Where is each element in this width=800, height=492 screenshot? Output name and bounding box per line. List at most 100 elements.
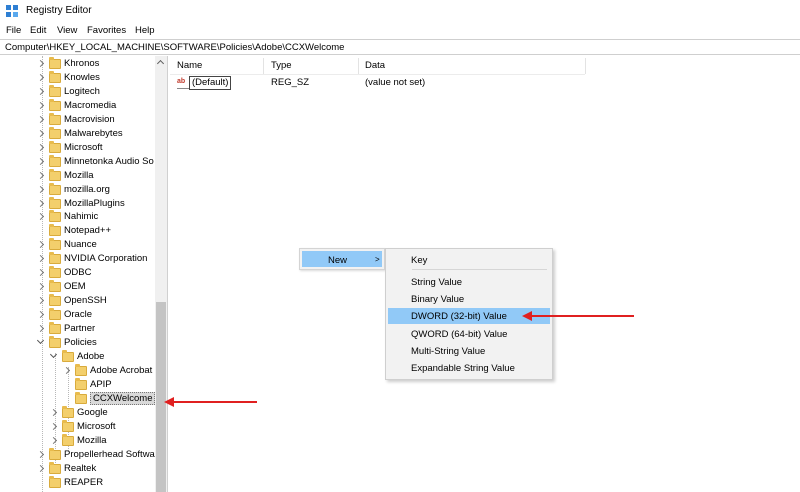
menu-favorites[interactable]: Favorites — [87, 25, 126, 36]
chevron-right-icon[interactable] — [62, 365, 72, 377]
tree-item[interactable]: Knowles — [36, 70, 160, 85]
tree-item[interactable]: ODBC — [36, 266, 160, 280]
chevron-right-icon[interactable] — [36, 170, 46, 182]
chevron-right-icon[interactable] — [36, 114, 46, 126]
tree-pane[interactable]: Khronos Knowles Logitech Macromedia Macrovis… — [0, 56, 168, 492]
tree-item[interactable]: Mozilla — [36, 168, 160, 183]
tree-item[interactable]: Policies — [36, 336, 160, 350]
tree-item-label: Notepad++ — [64, 225, 112, 237]
submenu-separator — [412, 269, 547, 270]
chevron-right-icon[interactable] — [36, 72, 46, 84]
folder-icon — [49, 266, 61, 279]
tree-item[interactable]: Oracle — [36, 308, 160, 322]
tree-item-label: Minnetonka Audio So — [64, 155, 154, 167]
tree-item[interactable]: REAPER — [36, 475, 160, 490]
tree-item-label: Knowles — [64, 71, 100, 83]
chevron-right-icon[interactable] — [36, 463, 46, 475]
tree-item[interactable]: Macromedia — [36, 98, 160, 113]
value-data: (value not set) — [365, 77, 426, 88]
column-header-data[interactable]: Data — [365, 60, 385, 71]
tree-item-label: Realtek — [64, 462, 97, 474]
tree-item[interactable]: NVIDIA Corporation — [36, 252, 160, 266]
submenu-item-label: DWORD (32-bit) Value — [411, 311, 507, 322]
chevron-right-icon[interactable] — [36, 211, 46, 223]
tree-item[interactable]: Malwarebytes — [36, 126, 160, 141]
chevron-right-icon[interactable] — [36, 253, 46, 265]
tree-item[interactable]: Adobe — [49, 349, 160, 364]
chevron-right-icon[interactable] — [36, 86, 46, 98]
column-separator[interactable] — [585, 58, 586, 74]
chevron-right-icon[interactable] — [36, 449, 46, 461]
chevron-right-icon[interactable] — [36, 323, 46, 335]
chevron-down-icon[interactable] — [49, 351, 59, 363]
submenu-item-label: Expandable String Value — [411, 363, 515, 374]
submenu-item-label: String Value — [411, 277, 463, 288]
tree-item[interactable]: Propellerhead Softwar — [36, 447, 160, 462]
tree-item[interactable]: Nuance — [36, 238, 160, 252]
chevron-right-icon[interactable] — [36, 295, 46, 307]
column-separator[interactable] — [263, 58, 264, 74]
chevron-right-icon[interactable] — [49, 435, 59, 447]
chevron-right-icon[interactable] — [36, 142, 46, 154]
folder-icon — [62, 433, 74, 446]
submenu-item-multi-string-value[interactable]: Multi-String Value — [388, 343, 550, 359]
folder-icon — [49, 294, 61, 307]
chevron-right-icon[interactable] — [36, 128, 46, 140]
column-header-name[interactable]: Name — [177, 60, 202, 71]
chevron-right-icon[interactable] — [36, 198, 46, 210]
context-menu-new[interactable]: New > — [302, 251, 382, 267]
tree-item[interactable]: Partner — [36, 322, 160, 336]
chevron-right-icon[interactable] — [49, 421, 59, 433]
tree-item[interactable]: Adobe Acrobat — [62, 363, 160, 378]
tree-item[interactable]: Microsoft — [49, 419, 160, 434]
folder-icon — [62, 349, 74, 362]
tree-item[interactable]: Microsoft — [36, 140, 160, 155]
chevron-right-icon[interactable] — [36, 58, 46, 70]
tree-item[interactable]: Notepad++ — [36, 224, 160, 238]
tree-item[interactable]: Nahimic — [36, 210, 160, 224]
submenu-item-key[interactable]: Key — [388, 252, 550, 268]
chevron-right-icon[interactable] — [36, 281, 46, 293]
tree-scrollbar[interactable] — [155, 56, 167, 492]
submenu-item-binary-value[interactable]: Binary Value — [388, 291, 550, 307]
chevron-right-icon[interactable] — [36, 156, 46, 168]
column-header-type[interactable]: Type — [271, 60, 292, 71]
tree-item[interactable]: MozillaPlugins — [36, 196, 160, 211]
chevron-right-icon[interactable] — [36, 309, 46, 321]
menu-edit[interactable]: Edit — [30, 25, 46, 36]
tree-item[interactable]: Minnetonka Audio So — [36, 154, 160, 169]
tree-item[interactable]: Google — [49, 405, 160, 420]
scroll-up-button[interactable] — [155, 56, 167, 68]
menu-view[interactable]: View — [57, 25, 77, 36]
tree-item[interactable]: APIP — [62, 377, 160, 392]
tree-item[interactable]: Realtek — [36, 461, 160, 476]
header-divider — [170, 74, 585, 75]
submenu-item-expandable-string-value[interactable]: Expandable String Value — [388, 360, 550, 376]
tree-item[interactable]: OEM — [36, 280, 160, 294]
submenu-item-qword-value[interactable]: QWORD (64-bit) Value — [388, 326, 550, 342]
tree-item[interactable]: Khronos — [36, 57, 160, 71]
tree-item[interactable]: Mozilla — [49, 433, 160, 448]
chevron-down-icon[interactable] — [36, 337, 46, 349]
tree-item-label: Nuance — [64, 239, 97, 251]
chevron-right-icon[interactable] — [36, 184, 46, 196]
chevron-right-icon[interactable] — [49, 407, 59, 419]
chevron-right-icon[interactable] — [36, 100, 46, 112]
tree-item[interactable]: mozilla.org — [36, 182, 160, 197]
folder-icon — [49, 447, 61, 460]
chevron-right-icon[interactable] — [36, 267, 46, 279]
value-name[interactable]: (Default) — [189, 76, 232, 90]
submenu-item-string-value[interactable]: String Value — [388, 274, 550, 290]
tree-item[interactable]: OpenSSH — [36, 294, 160, 308]
folder-icon — [49, 154, 61, 167]
address-bar[interactable]: Computer\HKEY_LOCAL_MACHINE\SOFTWARE\Pol… — [0, 39, 800, 55]
tree-item[interactable]: Logitech — [36, 84, 160, 99]
tree-item[interactable]: Macrovision — [36, 112, 160, 127]
column-separator[interactable] — [358, 58, 359, 74]
folder-icon — [49, 70, 61, 83]
menu-help[interactable]: Help — [135, 25, 155, 36]
tree-item[interactable]: CCXWelcome — [62, 391, 160, 406]
chevron-right-icon[interactable] — [36, 239, 46, 251]
folder-icon — [49, 336, 61, 348]
menu-file[interactable]: File — [6, 25, 21, 36]
